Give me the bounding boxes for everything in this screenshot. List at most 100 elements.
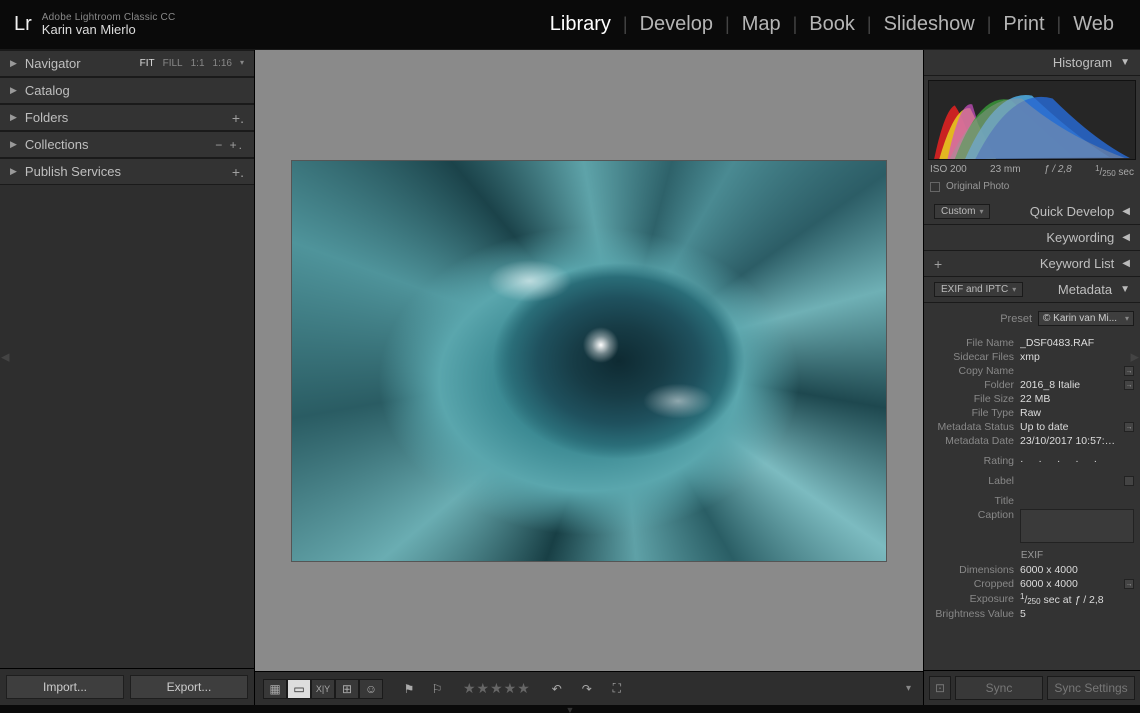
metadata-value[interactable]: 23/10/2017 10:57:14 — [1020, 435, 1116, 447]
rotate-ccw-button[interactable]: ↶ — [545, 679, 569, 699]
flag-reject-button[interactable]: ⚐ — [425, 679, 449, 699]
compare-view-button[interactable]: X|Y — [311, 679, 335, 699]
exif-row: Dimensions6000 x 4000 — [930, 563, 1134, 577]
panel-keywording[interactable]: Keywording ◀ — [924, 225, 1140, 251]
import-button[interactable]: Import... — [6, 675, 124, 699]
panel-histogram[interactable]: Histogram ▼ — [924, 50, 1140, 76]
remove-collection-button[interactable]: − — [215, 138, 224, 152]
histogram-shutter: 1/250 sec — [1095, 164, 1134, 178]
survey-view-button[interactable]: ⊞ — [335, 679, 359, 699]
nav-size-fill[interactable]: FILL — [163, 58, 183, 69]
label-action[interactable] — [1124, 476, 1134, 486]
panel-keyword-list[interactable]: + Keyword List ◀ — [924, 251, 1140, 277]
face-detect-button[interactable]: ⛶ — [605, 679, 629, 699]
original-photo-checkbox[interactable] — [930, 182, 940, 192]
metadata-value[interactable]: 22 MB — [1020, 393, 1116, 405]
metadata-row: Sidecar Filesxmp — [930, 350, 1134, 364]
image-viewer[interactable] — [255, 50, 923, 671]
module-develop[interactable]: Develop — [628, 13, 725, 36]
add-folder-button[interactable]: +. — [232, 110, 244, 126]
panel-collections[interactable]: ▶ Collections − +. — [0, 131, 254, 158]
metadata-value[interactable]: _DSF0483.RAF — [1020, 337, 1116, 349]
metadata-body: Preset © Karin van Mi...▾ File Name_DSF0… — [924, 303, 1140, 670]
exif-row: Exposure1/250 sec at ƒ / 2,8 — [930, 591, 1134, 607]
module-slideshow[interactable]: Slideshow — [872, 13, 987, 36]
metadata-row: File Size22 MB — [930, 392, 1134, 406]
disclosure-icon: ◀ — [1122, 258, 1130, 269]
disclosure-icon: ◀ — [1122, 232, 1130, 243]
chevron-down-icon[interactable]: ▾ — [240, 58, 244, 69]
module-map[interactable]: Map — [730, 13, 793, 36]
metadata-value[interactable]: Raw — [1020, 407, 1116, 419]
add-keyword-button[interactable]: + — [934, 256, 942, 272]
metadata-action[interactable]: → — [1124, 380, 1134, 390]
module-print[interactable]: Print — [991, 13, 1056, 36]
toolbar: ▦ ▭ X|Y ⊞ ☺ ⚑ ⚐ ★★★★★ ↶ ↷ ⛶ ▾ — [255, 671, 923, 705]
panel-quick-develop[interactable]: Custom▾ Quick Develop ◀ — [924, 199, 1140, 225]
sync-toggle-button[interactable]: ⊡ — [929, 676, 951, 700]
panel-label: Navigator — [25, 56, 81, 71]
rating-stars[interactable]: ★★★★★ — [463, 680, 531, 697]
module-library[interactable]: Library — [538, 13, 623, 36]
people-view-button[interactable]: ☺ — [359, 679, 383, 699]
metadata-value[interactable]: 2016_8 Italie — [1020, 379, 1118, 391]
metadata-action[interactable]: → — [1124, 366, 1134, 376]
loupe-view-button[interactable]: ▭ — [287, 679, 311, 699]
app-logo: Lr — [14, 13, 32, 36]
exif-action[interactable]: → — [1124, 579, 1134, 589]
histogram-focal: 23 mm — [990, 164, 1021, 178]
module-web[interactable]: Web — [1061, 13, 1126, 36]
panel-label: Collections — [25, 137, 89, 152]
toolbar-options-button[interactable]: ▾ — [906, 683, 911, 694]
preset-value-select[interactable]: © Karin van Mi...▾ — [1038, 311, 1134, 326]
rating-dots[interactable]: · · · · · — [1020, 455, 1134, 467]
panel-catalog[interactable]: ▶ Catalog — [0, 77, 254, 104]
add-collection-button[interactable]: +. — [230, 138, 244, 152]
disclosure-icon: ▼ — [1120, 57, 1130, 68]
photo-preview[interactable] — [292, 161, 886, 561]
metadata-action[interactable]: → — [1124, 422, 1134, 432]
module-picker: Library | Develop | Map | Book | Slidesh… — [538, 13, 1126, 36]
histogram-graph[interactable] — [928, 80, 1136, 160]
caption-field[interactable] — [1020, 509, 1134, 543]
metadata-value[interactable]: Up to date — [1020, 421, 1118, 433]
disclosure-icon: ◀ — [1122, 206, 1130, 217]
metadata-preset-select[interactable]: EXIF and IPTC▾ — [934, 282, 1023, 297]
exif-value: 5 — [1020, 608, 1116, 620]
panel-label: Catalog — [25, 83, 70, 98]
exif-value: 1/250 sec at ƒ / 2,8 — [1020, 592, 1116, 606]
exif-row: Brightness Value5 — [930, 607, 1134, 621]
nav-size-fit[interactable]: FIT — [140, 58, 155, 69]
panel-navigator[interactable]: ▶ Navigator FIT FILL 1:1 1:16 ▾ — [0, 50, 254, 77]
panel-folders[interactable]: ▶ Folders +. — [0, 104, 254, 131]
disclosure-icon: ▶ — [10, 58, 17, 69]
panel-publish-services[interactable]: ▶ Publish Services +. — [0, 158, 254, 185]
right-panel-toggle[interactable]: ▶ — [1131, 350, 1139, 363]
panel-label: Publish Services — [25, 164, 121, 179]
nav-size-1-1[interactable]: 1:1 — [191, 58, 205, 69]
exif-section-label: EXIF — [930, 544, 1134, 563]
grid-view-button[interactable]: ▦ — [263, 679, 287, 699]
titlebar: Lr Adobe Lightroom Classic CC Karin van … — [0, 0, 1140, 50]
sync-settings-button[interactable]: Sync Settings — [1047, 676, 1135, 700]
disclosure-icon: ▶ — [10, 85, 17, 96]
left-panel-toggle[interactable]: ◀ — [1, 350, 9, 363]
metadata-value[interactable]: xmp — [1020, 351, 1116, 363]
metadata-row: Metadata StatusUp to date→ — [930, 420, 1134, 434]
add-publish-service-button[interactable]: +. — [232, 164, 244, 180]
panel-metadata[interactable]: EXIF and IPTC▾ Metadata ▼ — [924, 277, 1140, 303]
flag-pick-button[interactable]: ⚑ — [397, 679, 421, 699]
export-button[interactable]: Export... — [130, 675, 248, 699]
rotate-cw-button[interactable]: ↷ — [575, 679, 599, 699]
metadata-row: Folder2016_8 Italie→ — [930, 378, 1134, 392]
sync-button[interactable]: Sync — [955, 676, 1043, 700]
disclosure-icon: ▶ — [10, 139, 17, 150]
filmstrip-toggle[interactable]: ▼ — [0, 705, 1140, 713]
center-area: ▦ ▭ X|Y ⊞ ☺ ⚑ ⚐ ★★★★★ ↶ ↷ ⛶ ▾ — [255, 50, 923, 705]
module-book[interactable]: Book — [797, 13, 867, 36]
left-panel: ▶ Navigator FIT FILL 1:1 1:16 ▾ ▶ Catalo… — [0, 50, 255, 705]
original-photo-label: Original Photo — [946, 181, 1009, 192]
exif-value: 6000 x 4000 — [1020, 564, 1116, 576]
nav-size-1-16[interactable]: 1:16 — [213, 58, 232, 69]
quick-develop-preset[interactable]: Custom▾ — [934, 204, 990, 219]
